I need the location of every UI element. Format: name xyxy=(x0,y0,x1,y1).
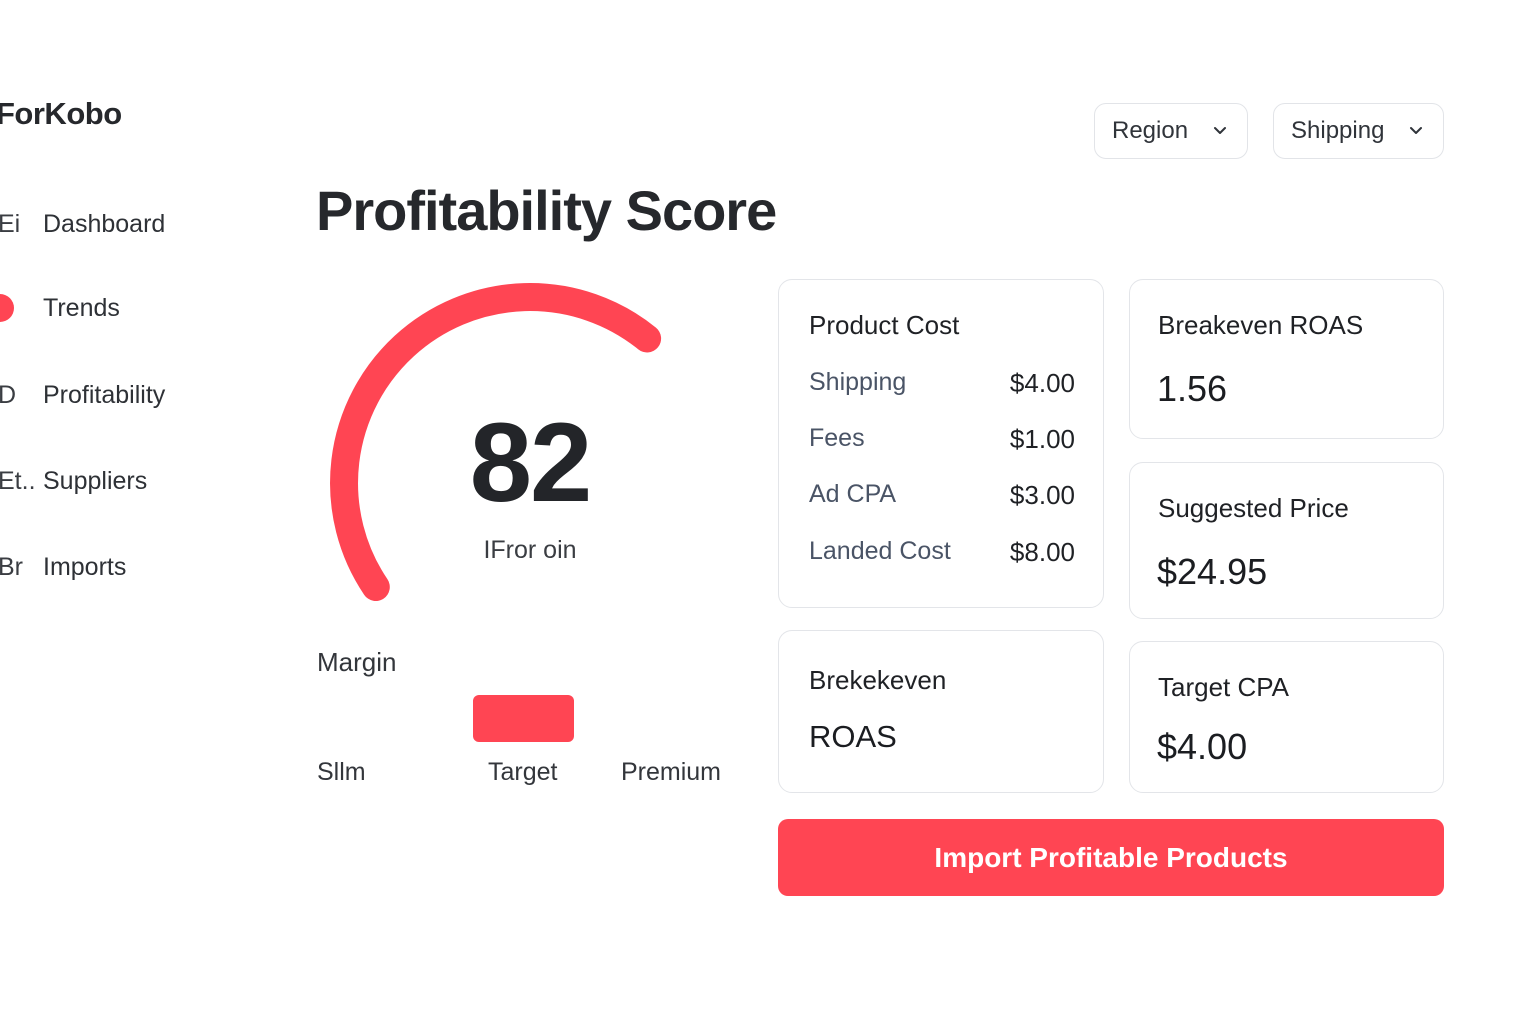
page-title: Profitability Score xyxy=(316,179,777,242)
card-value: $24.95 xyxy=(1157,551,1268,592)
chevron-down-icon xyxy=(1410,127,1422,134)
margin-option-premium[interactable]: Premium xyxy=(621,758,721,787)
cost-value: $4.00 xyxy=(1009,368,1075,398)
imports-icon: Br xyxy=(0,552,23,581)
sidebar-item-label: Dashboard xyxy=(43,209,166,238)
app-brand: ForKobo xyxy=(0,96,122,131)
import-profitable-products-button[interactable]: Import Profitable Products xyxy=(778,819,1444,896)
cost-value: $3.00 xyxy=(1009,480,1075,510)
suggested-price-card: Suggested Price $24.95 xyxy=(1129,462,1444,619)
region-dropdown[interactable]: Region xyxy=(1094,103,1248,159)
breakeven-roas-card: Breakeven ROAS 1.56 xyxy=(1129,279,1444,439)
cost-label: Fees xyxy=(809,424,865,452)
margin-label: Margin xyxy=(317,647,397,677)
card-title: Product Cost xyxy=(809,310,960,340)
margin-option-slim[interactable]: Sllm xyxy=(317,758,366,787)
cost-row-landed-cost: Landed Cost $8.00 xyxy=(809,537,1075,571)
dashboard-icon: Ei xyxy=(0,209,21,238)
profitability-icon: D xyxy=(0,380,17,409)
card-value: $4.00 xyxy=(1157,726,1248,767)
cost-label: Ad CPA xyxy=(809,480,897,508)
chevron-down-icon xyxy=(1214,127,1226,134)
sidebar-item-label: Trends xyxy=(43,293,120,322)
cost-label: Shipping xyxy=(809,368,907,396)
sidebar-item-label: Profitability xyxy=(43,380,166,409)
card-value: ROAS xyxy=(809,719,897,754)
card-title: Breakeven ROAS xyxy=(1158,310,1364,340)
cost-row-shipping: Shipping $4.00 xyxy=(809,368,1075,402)
suppliers-icon: Et.. xyxy=(0,466,36,495)
margin-option-target[interactable]: Target xyxy=(488,758,557,787)
sidebar-item-label: Suppliers xyxy=(43,466,148,495)
cost-value: $8.00 xyxy=(1009,537,1075,567)
shipping-dropdown[interactable]: Shipping xyxy=(1273,103,1444,159)
card-title: Suggested Price xyxy=(1158,493,1349,523)
sidebar-item-label: Imports xyxy=(43,552,127,581)
cost-value: $1.00 xyxy=(1009,424,1075,454)
active-dot-icon xyxy=(0,294,14,322)
card-value: 1.56 xyxy=(1157,368,1228,409)
target-cpa-card: Target CPA $4.00 xyxy=(1129,641,1444,793)
product-cost-card: Product Cost Shipping $4.00 Fees $1.00 A… xyxy=(778,279,1104,608)
cost-row-ad-cpa: Ad CPA $3.00 xyxy=(809,480,1075,514)
brekekeven-card: Brekekeven ROAS xyxy=(778,630,1104,793)
card-title: Target CPA xyxy=(1158,672,1290,702)
cost-label: Landed Cost xyxy=(809,537,951,565)
cost-row-fees: Fees $1.00 xyxy=(809,424,1075,458)
card-title: Brekekeven xyxy=(809,665,947,695)
region-dropdown-label: Region xyxy=(1112,117,1189,144)
score-caption: IFror oin xyxy=(483,536,577,564)
shipping-dropdown-label: Shipping xyxy=(1291,117,1385,144)
score-value: 82 xyxy=(469,400,593,525)
margin-selected-marker[interactable] xyxy=(473,695,574,742)
